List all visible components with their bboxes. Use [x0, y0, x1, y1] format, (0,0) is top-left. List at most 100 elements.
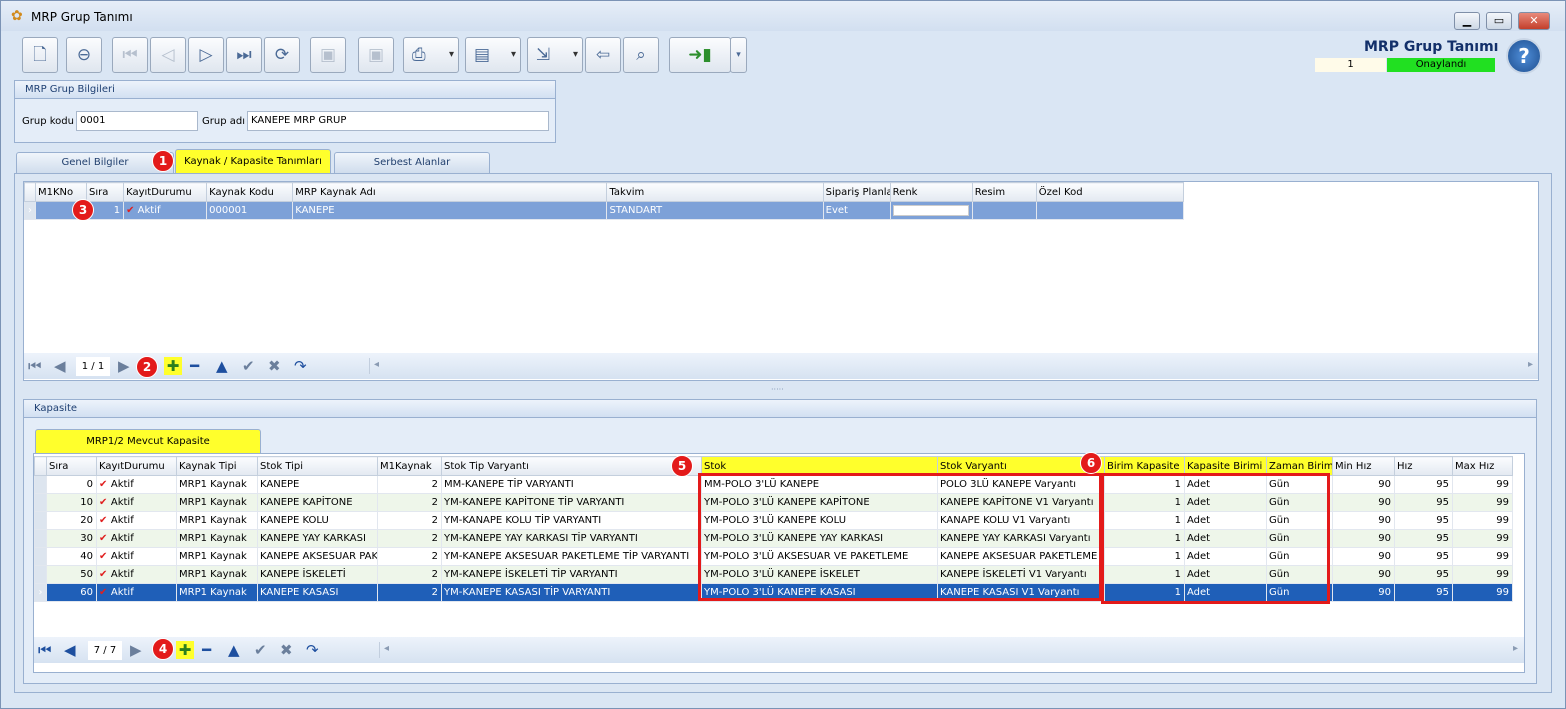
table-cell[interactable]: YM-KANEPE AKSESUAR PAKETLEME TİP VARYANT…	[441, 547, 702, 566]
table-cell[interactable]: MRP1 Kaynak	[176, 547, 258, 566]
table-cell[interactable]: KANEPE İSKELETİ	[257, 565, 378, 584]
remove-record-icon[interactable]: ━	[190, 357, 199, 375]
status-cell[interactable]: ✔ Aktif	[123, 201, 208, 220]
add-record-icon[interactable]: ✚	[164, 357, 182, 375]
table-cell[interactable]	[971, 201, 1037, 220]
scroll-left-icon[interactable]: ◂	[374, 359, 379, 370]
prev-icon[interactable]: ◁	[150, 37, 186, 73]
last-icon[interactable]: ⏭	[226, 37, 262, 73]
table-cell[interactable]: 2	[377, 547, 442, 566]
table-cell[interactable]: STANDART	[606, 201, 824, 220]
add-record-icon[interactable]: ✚	[176, 641, 194, 659]
table-cell[interactable]: 2	[377, 583, 442, 602]
column-header[interactable]: Kaynak Tipi	[176, 456, 258, 476]
table-cell[interactable]: 2	[377, 511, 442, 530]
tab-genel-bilgiler[interactable]: Genel Bilgiler	[16, 152, 174, 173]
table-cell[interactable]: 99	[1452, 547, 1513, 566]
column-header[interactable]: Renk	[889, 182, 973, 202]
tab-kaynak-kapasite[interactable]: Kaynak / Kapasite Tanımları	[175, 149, 331, 173]
column-header[interactable]: Stok Tip Varyantı	[441, 456, 702, 476]
table-cell[interactable]: KANEPE AKSESUAR PAK	[257, 547, 378, 566]
table-cell[interactable]: 95	[1394, 565, 1453, 584]
table-cell[interactable]: 95	[1394, 475, 1453, 494]
remove-record-icon[interactable]: ━	[202, 641, 211, 659]
status-cell[interactable]: ✔ Aktif	[96, 529, 177, 548]
table-cell[interactable]: KANEPE KOLU	[257, 511, 378, 530]
next-record-icon[interactable]: ▶	[130, 641, 142, 659]
table-cell[interactable]: YM-KANAPE KOLU TİP VARYANTI	[441, 511, 702, 530]
table-cell[interactable]: 40	[46, 547, 97, 566]
table-cell[interactable]: YM-KANEPE İSKELETİ TİP VARYANTI	[441, 565, 702, 584]
table-cell[interactable]: 95	[1394, 493, 1453, 512]
table-cell[interactable]: MRP1 Kaynak	[176, 583, 258, 602]
column-header[interactable]: M1Kaynak	[377, 456, 442, 476]
help-icon[interactable]: ?	[1506, 38, 1542, 74]
confirm-icon[interactable]: ✔	[242, 357, 255, 375]
save-icon[interactable]: ▣	[310, 37, 346, 73]
tab-serbest-alanlar[interactable]: Serbest Alanlar	[334, 152, 490, 173]
table-cell[interactable]: 2	[377, 493, 442, 512]
status-cell[interactable]: ✔ Aktif	[96, 475, 177, 494]
scroll-right-icon[interactable]: ▸	[1528, 359, 1533, 370]
first-record-icon[interactable]: ⏮	[38, 641, 52, 659]
table-cell[interactable]: 30	[46, 529, 97, 548]
redo-icon[interactable]: ↷	[306, 641, 319, 659]
next-icon[interactable]: ▷	[188, 37, 224, 73]
table-cell[interactable]: 95	[1394, 547, 1453, 566]
table-cell[interactable]: 95	[1394, 529, 1453, 548]
cancel-icon[interactable]: ✖	[280, 641, 293, 659]
table-cell[interactable]: 95	[1394, 511, 1453, 530]
status-cell[interactable]: ✔ Aktif	[96, 547, 177, 566]
prev-record-icon[interactable]: ◀	[64, 641, 76, 659]
table-cell[interactable]: 20	[46, 511, 97, 530]
confirm-icon[interactable]: ✔	[254, 641, 267, 659]
splitter-handle-icon[interactable]: ·····	[771, 385, 784, 394]
table-cell[interactable]: 99	[1452, 529, 1513, 548]
table-cell[interactable]: 10	[46, 493, 97, 512]
horizontal-scrollbar[interactable]: ◂ ▸	[379, 642, 1522, 658]
table-cell[interactable]: 90	[1332, 547, 1395, 566]
table-cell[interactable]: 95	[1394, 583, 1453, 602]
new-doc-icon[interactable]: 🗋	[22, 37, 58, 73]
group-name-field[interactable]: KANEPE MRP GRUP	[247, 111, 549, 131]
table-cell[interactable]: YM-KANEPE YAY KARKASI TİP VARYANTI	[441, 529, 702, 548]
print-icon[interactable]: ⎙	[403, 37, 459, 73]
next-record-icon[interactable]: ▶	[118, 357, 130, 375]
exit-icon[interactable]: ➜▮	[669, 37, 731, 73]
tab-mrp-mevcut-kapasite[interactable]: MRP1/2 Mevcut Kapasite	[35, 429, 261, 453]
table-row[interactable]: › 1 ✔ Aktif 000001 KANEPE STANDART Evet	[24, 201, 1185, 220]
column-header[interactable]: MRP Kaynak Adı	[292, 182, 608, 202]
table-cell[interactable]: 90	[1332, 529, 1395, 548]
column-header[interactable]: Kaynak Kodu	[206, 182, 294, 202]
column-header[interactable]: Min Hız	[1332, 456, 1395, 476]
column-header[interactable]: Sipariş Planla	[822, 182, 891, 202]
table-cell[interactable]: MRP1 Kaynak	[176, 565, 258, 584]
column-header[interactable]: Hız	[1394, 456, 1453, 476]
column-header[interactable]: Max Hız	[1452, 456, 1513, 476]
table-cell[interactable]: 90	[1332, 583, 1395, 602]
table-cell[interactable]: 50	[46, 565, 97, 584]
horizontal-scrollbar[interactable]: ◂ ▸	[369, 358, 1537, 374]
table-cell[interactable]: MRP1 Kaynak	[176, 529, 258, 548]
status-cell[interactable]: ✔ Aktif	[96, 493, 177, 512]
status-cell[interactable]: ✔ Aktif	[96, 565, 177, 584]
exit-dropdown-icon[interactable]: ▾	[730, 37, 747, 73]
column-header[interactable]: KayıtDurumu	[96, 456, 177, 476]
table-cell[interactable]: 90	[1332, 511, 1395, 530]
save-close-icon[interactable]: ▣	[358, 37, 394, 73]
column-header[interactable]: Sıra	[86, 182, 125, 202]
table-cell[interactable]: 99	[1452, 493, 1513, 512]
column-header[interactable]: Resim	[971, 182, 1037, 202]
status-cell[interactable]: ✔ Aktif	[96, 583, 177, 602]
maximize-button[interactable]: ▭	[1486, 12, 1512, 30]
table-cell[interactable]: KANEPE KAPİTONE	[257, 493, 378, 512]
redo-icon[interactable]: ↷	[294, 357, 307, 375]
table-cell[interactable]: 90	[1332, 493, 1395, 512]
refresh-icon[interactable]: ⟳	[264, 37, 300, 73]
table-cell[interactable]: 2	[377, 565, 442, 584]
table-cell[interactable]: KANEPE KASASI	[257, 583, 378, 602]
move-up-icon[interactable]: ▲	[228, 641, 240, 659]
column-header[interactable]: Takvim	[606, 182, 824, 202]
close-button[interactable]: ✕	[1518, 12, 1550, 30]
table-cell[interactable]: 90	[1332, 475, 1395, 494]
